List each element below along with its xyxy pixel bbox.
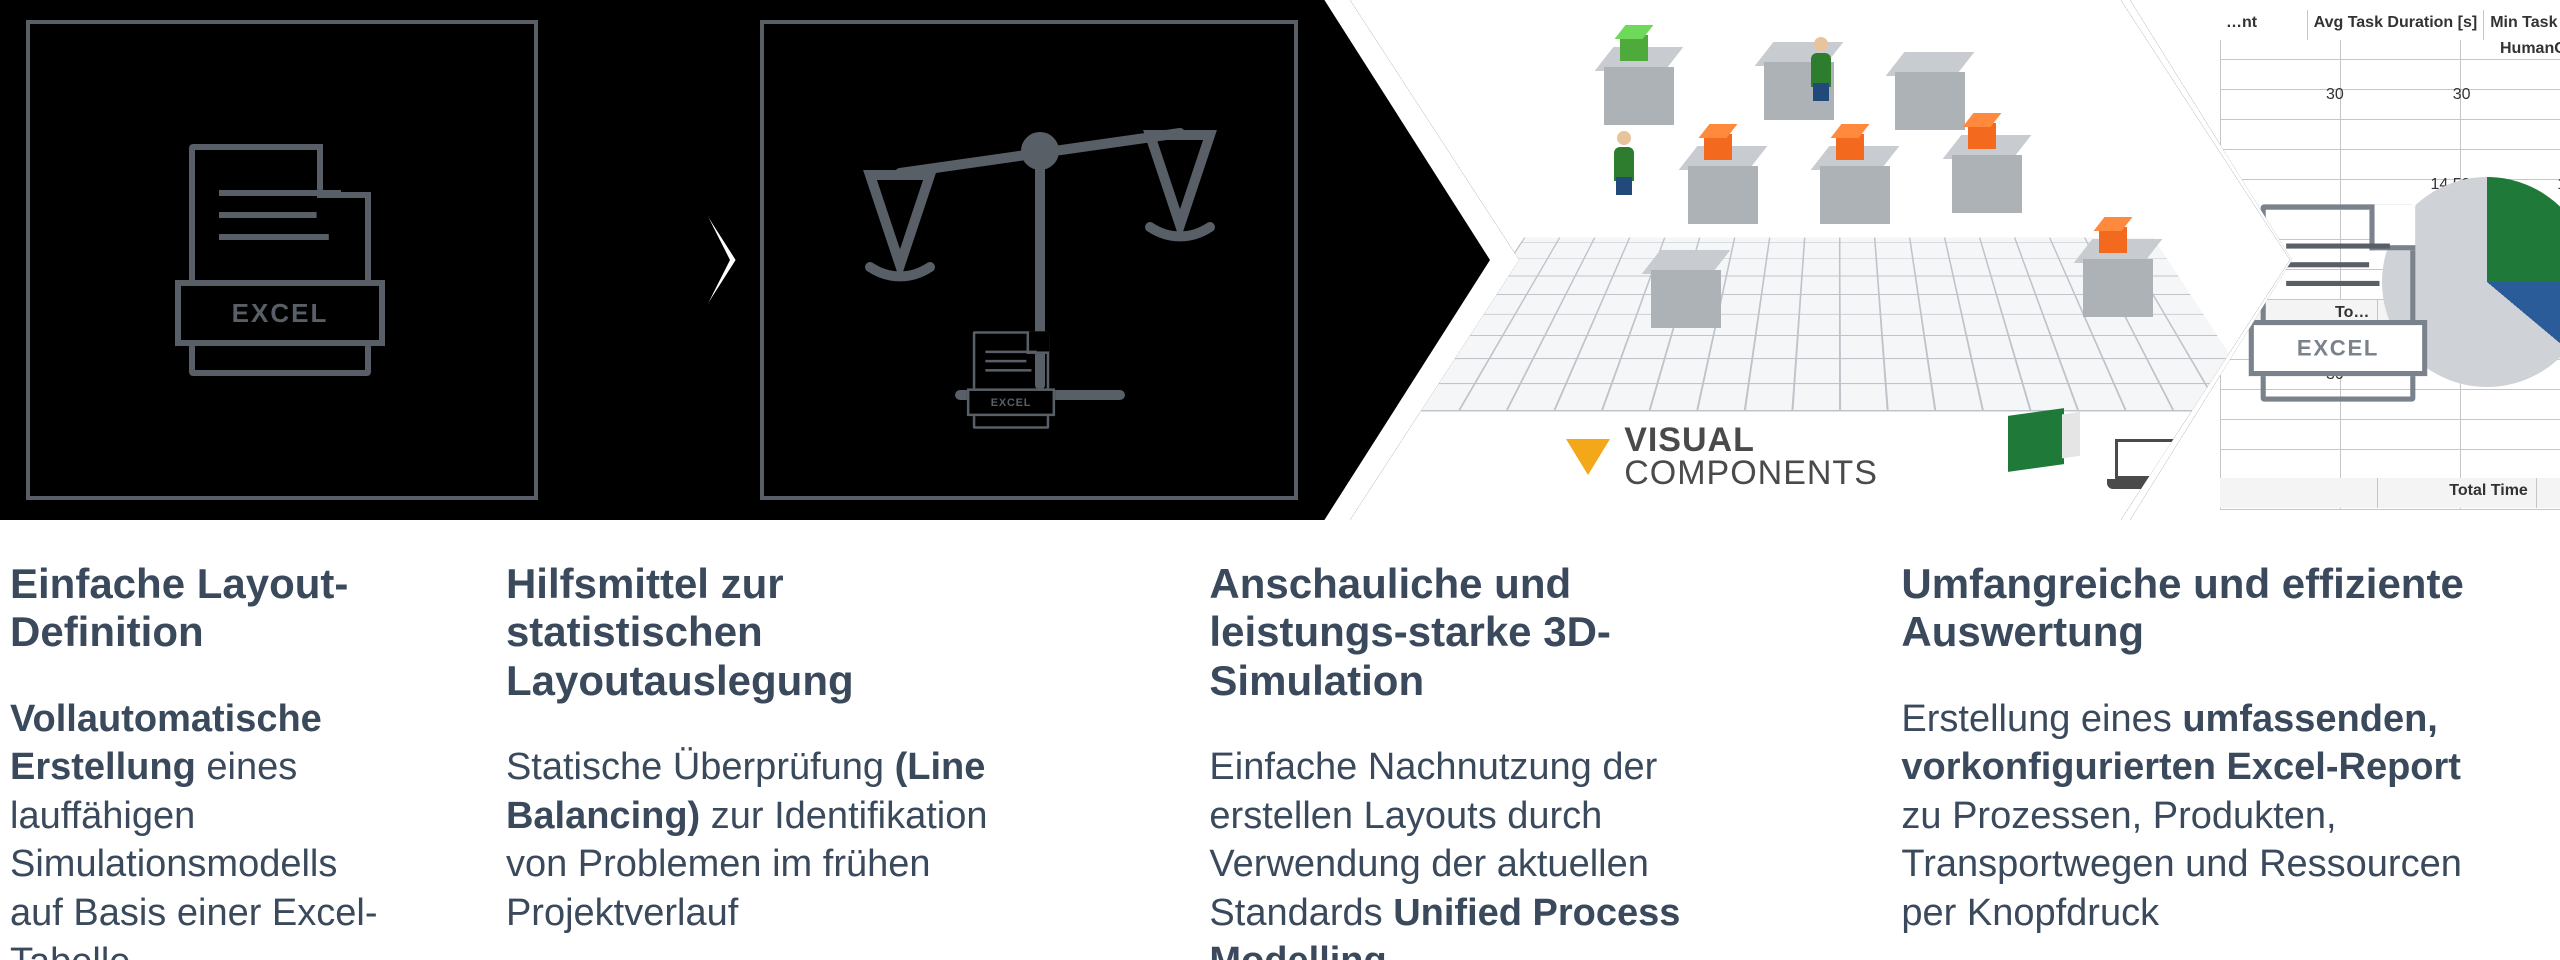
caption-1-title: Einfache Layout-Definition — [10, 560, 396, 657]
step-2-panel — [760, 20, 1298, 500]
caption-2-body: Statische Überprüfung (Line Balancing) z… — [506, 743, 1049, 938]
station-4 — [1820, 146, 1890, 224]
excel-report-icon: EXCEL — [2261, 205, 2416, 402]
caption-2: Hilfsmittel zur statistischen Layoutausl… — [506, 560, 1109, 960]
caption-4-title: Umfangreiche und effiziente Auswertung — [1901, 560, 2500, 657]
worker-2 — [1801, 31, 1841, 101]
excel-tile-icon — [2008, 408, 2064, 472]
caption-4-pre: Erstellung eines — [1901, 698, 2182, 740]
report-total-row-2: Total Time 56,03 186,3… — [2220, 478, 2560, 508]
hdr-1: Avg Task Duration [s] — [2308, 10, 2485, 40]
caption-4-post: zu Prozessen, Produkten, Transportwegen … — [1901, 795, 2461, 934]
caption-3-title: Anschauliche und leistungs-starke 3D-Sim… — [1209, 560, 1721, 705]
caption-3-body: Einfache Nachnutzung der erstellen Layou… — [1209, 743, 1721, 960]
station-5 — [1952, 135, 2022, 213]
cell-r1-max: 30 — [2489, 80, 2560, 110]
caption-4-body: Erstellung eines umfassenden, vorkonfigu… — [1901, 695, 2500, 938]
report-scene: …nt Avg Task Duration [s] Min Task Durat… — [2130, 0, 2560, 520]
caption-3: Anschauliche und leistungs-starke 3D-Sim… — [1209, 560, 1781, 960]
report-group-title: HumanGroupA Resource 1 — [2220, 40, 2560, 70]
cell-r1-min: 30 — [2363, 80, 2479, 110]
caption-2-title: Hilfsmittel zur statistischen Layoutausl… — [506, 560, 1049, 705]
vc-v-icon — [1566, 439, 1610, 475]
step-4-shape: …nt Avg Task Duration [s] Min Task Durat… — [2130, 0, 2560, 520]
caption-4: Umfangreiche und effiziente Auswertung E… — [1901, 560, 2560, 960]
station-6 — [1651, 250, 1721, 328]
caption-1: Einfache Layout-Definition Vollautomatis… — [10, 560, 456, 960]
step-4: …nt Avg Task Duration [s] Min Task Durat… — [2130, 0, 2560, 520]
step-1-panel — [26, 20, 538, 500]
caption-2-pre: Statische Überprüfung — [506, 746, 895, 788]
excel-badge-report: EXCEL — [2249, 320, 2428, 376]
report-header-row: …nt Avg Task Duration [s] Min Task Durat… — [2220, 10, 2560, 40]
captions-row: Einfache Layout-Definition Vollautomatis… — [0, 560, 2560, 960]
process-diagram: EXCEL — [0, 0, 2560, 960]
station-3 — [1688, 146, 1758, 224]
vc-brand-bottom: COMPONENTS — [1624, 454, 1878, 492]
caption-1-body: Vollautomatische Erstellung eines lauffä… — [10, 695, 396, 960]
hdr-2: Min Task Duration [s] — [2484, 10, 2560, 40]
visual-components-logo: VISUALCOMPONENTS — [1566, 424, 1878, 489]
chevron-band: EXCEL — [0, 0, 2560, 520]
worker-1 — [1604, 125, 1644, 195]
cell-r1-avg: 30 — [2236, 80, 2352, 110]
station-2 — [1895, 52, 1965, 130]
station-green-1 — [1604, 47, 1674, 125]
hdr-0: …nt — [2220, 10, 2308, 40]
